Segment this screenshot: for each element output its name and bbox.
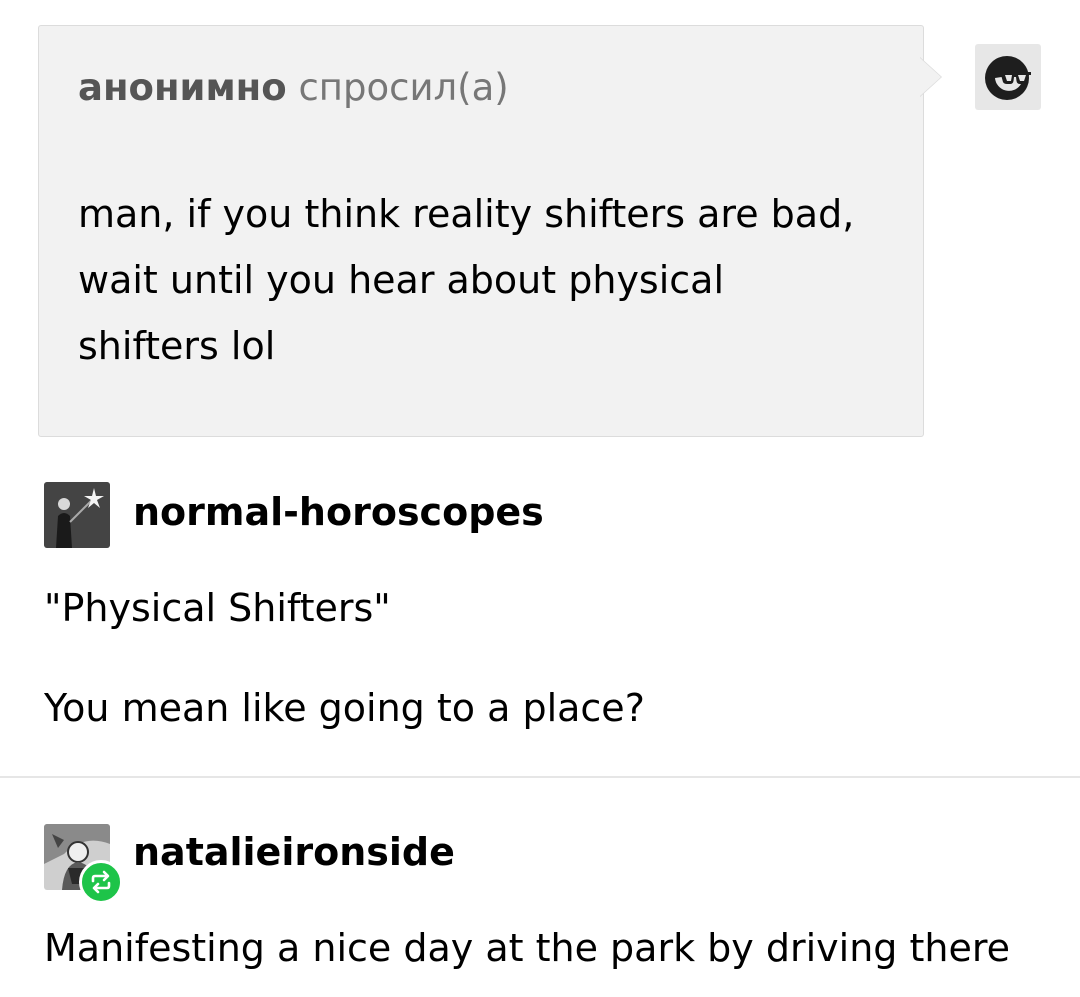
post-divider	[0, 776, 1080, 778]
post-paragraph: You mean like going to a place?	[44, 686, 645, 730]
anonymous-avatar[interactable]	[975, 44, 1041, 110]
ask-bubble-pointer-fill	[920, 58, 941, 96]
post-paragraph: "Physical Shifters"	[44, 586, 391, 630]
sunglasses-face-icon	[985, 56, 1031, 100]
asker-name: анонимно	[78, 66, 287, 109]
ask-header: анонимно спросил(а)	[78, 66, 509, 109]
ask-question-text: man, if you think reality shifters are b…	[78, 192, 855, 368]
post-username[interactable]: natalieironside	[133, 830, 455, 874]
post-username[interactable]: normal-horoscopes	[133, 490, 544, 534]
reblog-badge	[79, 860, 123, 904]
figure-with-sparkler-avatar	[44, 482, 110, 548]
reblog-icon	[91, 870, 111, 894]
ask-verb: спросил(а)	[298, 66, 509, 109]
ask-box: анонимно спросил(а) man, if you think re…	[38, 25, 924, 437]
user-avatar-normal-horoscopes[interactable]	[44, 482, 110, 548]
post-paragraph: Manifesting a nice day at the park by dr…	[44, 926, 1011, 970]
